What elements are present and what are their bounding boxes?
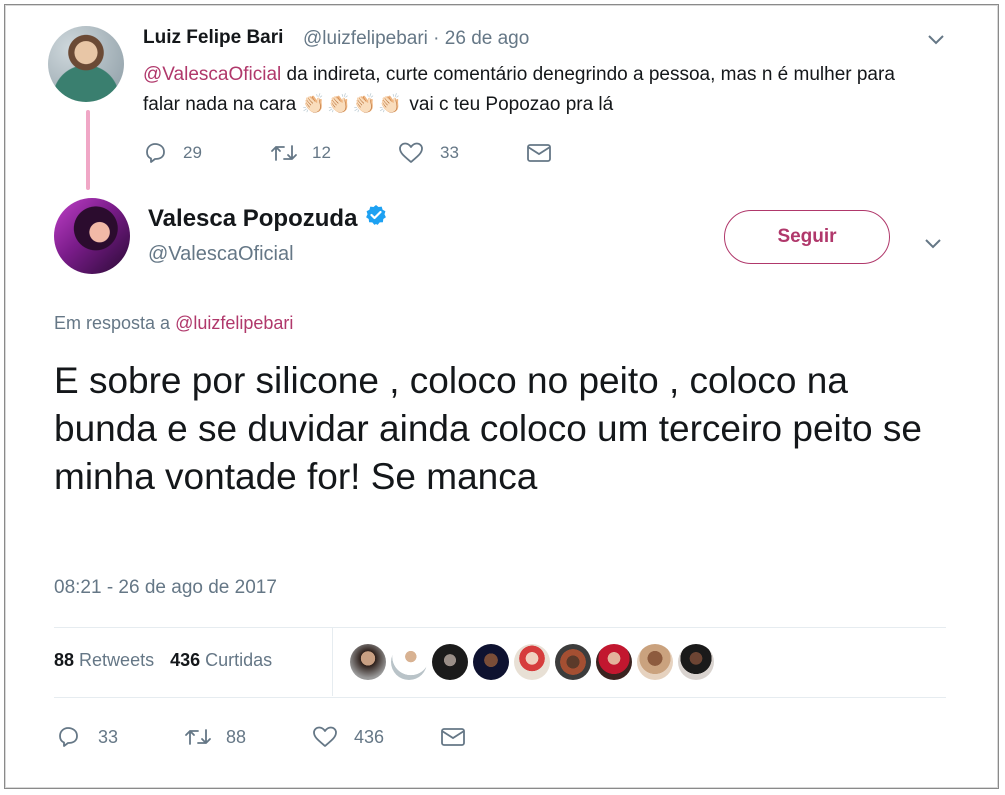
reply-button[interactable]: 33 — [56, 726, 184, 748]
retweet-icon — [270, 143, 298, 163]
dm-button[interactable] — [440, 727, 466, 747]
parent-author-meta[interactable]: @luizfelipebari · 26 de ago — [303, 28, 529, 50]
heart-icon — [312, 726, 338, 748]
liker-avatar[interactable] — [473, 644, 509, 680]
retweet-icon — [184, 727, 212, 747]
parent-action-bar: 29 12 33 — [143, 138, 552, 168]
reply-count: 33 — [98, 726, 119, 747]
tweet-timestamp[interactable]: 08:21 - 26 de ago de 2017 — [54, 577, 277, 599]
retweet-stat-label: Retweets — [79, 650, 155, 670]
reply-icon — [143, 142, 167, 164]
parent-retweet-count: 12 — [312, 143, 331, 162]
liker-avatar[interactable] — [432, 644, 468, 680]
dm-button[interactable] — [526, 143, 552, 163]
in-reply-to: Em resposta a @luizfelipebari — [54, 313, 293, 334]
like-button[interactable]: 436 — [312, 726, 440, 748]
thread-connector — [86, 110, 90, 190]
mention-link[interactable]: @ValescaOficial — [143, 64, 281, 85]
avatar-luiz[interactable] — [48, 26, 124, 102]
parent-like-count: 33 — [440, 143, 459, 162]
parent-tweet-text: @ValescaOficial da indireta, curte comen… — [143, 60, 933, 120]
stats-separator — [332, 628, 333, 696]
follow-button[interactable]: Seguir — [724, 210, 890, 264]
parent-text-b: vai c teu Popozao pra lá — [404, 94, 614, 115]
like-count: 436 — [354, 726, 385, 747]
parent-author-name[interactable]: Luiz Felipe Bari — [143, 27, 283, 49]
mail-icon — [526, 143, 552, 163]
parent-reply-count: 29 — [183, 143, 202, 162]
chevron-down-icon[interactable] — [924, 234, 942, 255]
reply-button[interactable]: 29 — [143, 142, 270, 164]
clap-emojis: 👏🏻👏🏻👏🏻👏🏻 — [301, 94, 405, 115]
retweet-count: 88 — [226, 726, 247, 747]
tweet-body: E sobre por silicone , coloco no peito ,… — [54, 360, 922, 497]
retweet-stat[interactable]: 88 Retweets — [54, 650, 154, 671]
tweet-author[interactable]: Valesca Popozuda — [148, 204, 387, 233]
liker-avatar[interactable] — [637, 644, 673, 680]
divider-bottom — [54, 697, 946, 698]
liker-avatar[interactable] — [555, 644, 591, 680]
tweet-author-handle[interactable]: @ValescaOficial — [148, 243, 294, 266]
like-stat-label: Curtidas — [205, 650, 273, 670]
liker-avatar[interactable] — [391, 644, 427, 680]
avatar-valesca[interactable] — [54, 198, 130, 274]
retweet-button[interactable]: 88 — [184, 727, 312, 748]
tweet-author-name: Valesca Popozuda — [148, 204, 358, 232]
liker-avatars — [350, 644, 714, 680]
tweet-stats: 88 Retweets 436 Curtidas — [54, 650, 272, 671]
liker-avatar[interactable] — [596, 644, 632, 680]
heart-icon — [398, 142, 424, 164]
tweet-action-bar: 33 88 436 — [56, 722, 466, 752]
liker-avatar[interactable] — [514, 644, 550, 680]
chevron-down-icon[interactable] — [927, 30, 945, 51]
retweet-button[interactable]: 12 — [270, 143, 398, 163]
liker-avatar[interactable] — [678, 644, 714, 680]
like-stat[interactable]: 436 Curtidas — [170, 650, 272, 671]
like-stat-count: 436 — [170, 650, 201, 670]
like-button[interactable]: 33 — [398, 142, 526, 164]
reply-prefix: Em resposta a — [54, 313, 176, 333]
reply-handle-link[interactable]: @luizfelipebari — [175, 313, 293, 333]
retweet-stat-count: 88 — [54, 650, 75, 670]
mail-icon — [440, 727, 466, 747]
reply-icon — [56, 726, 80, 748]
liker-avatar[interactable] — [350, 644, 386, 680]
divider-top — [54, 627, 946, 628]
verified-badge-icon — [365, 204, 387, 233]
